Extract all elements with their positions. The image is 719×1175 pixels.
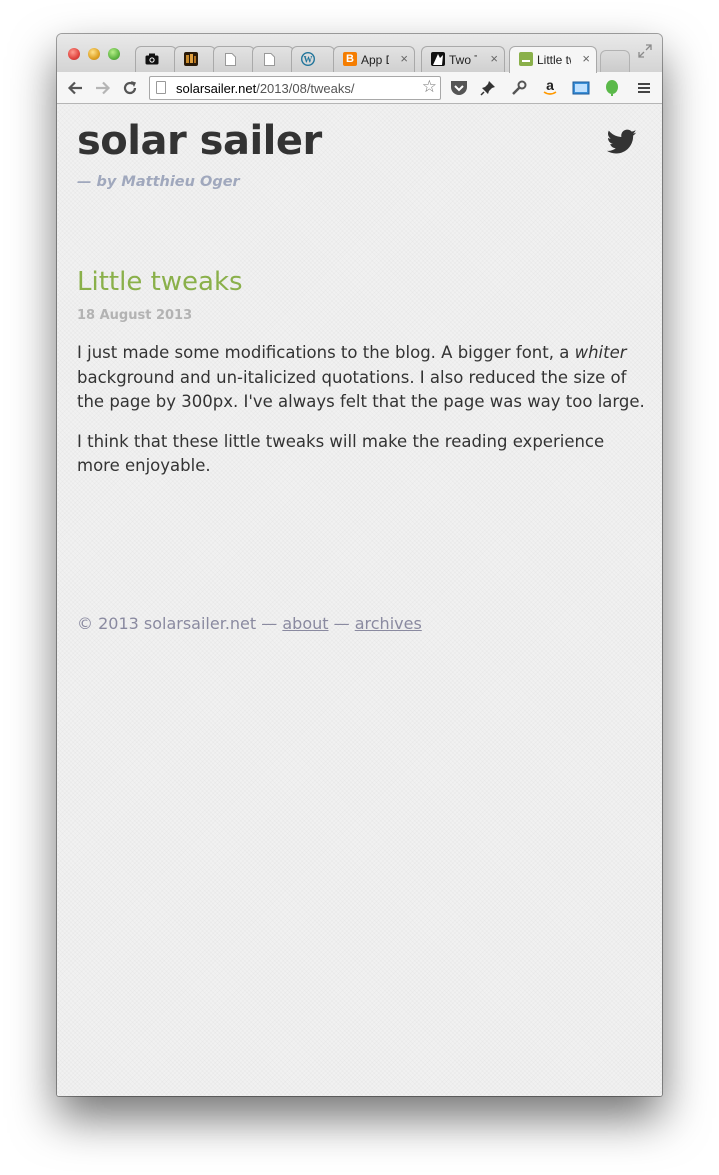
paragraph: I think that these little tweaks will ma…: [77, 431, 605, 476]
about-link[interactable]: about: [282, 614, 328, 633]
paragraph: I just made some modifications to the bl…: [77, 341, 649, 415]
footer-separator: —: [333, 614, 350, 633]
address-bar[interactable]: solarsailer.net/2013/08/tweaks/ ☆: [149, 76, 441, 100]
twotabs-icon: [431, 52, 445, 66]
tools-icon[interactable]: [509, 78, 529, 98]
paragraph-text: background and un-italicized quotations.…: [77, 367, 645, 412]
tab-wordpress[interactable]: W: [291, 46, 335, 72]
close-tab-icon[interactable]: ×: [400, 51, 408, 66]
footer: © 2013 solarsailer.net — about — archive…: [77, 614, 422, 633]
post-body: I just made some modifications to the bl…: [77, 341, 649, 494]
pocket-icon[interactable]: [449, 78, 469, 98]
post-date: 18 August 2013: [77, 308, 193, 323]
browser-toolbar: solarsailer.net/2013/08/tweaks/ ☆ a: [57, 72, 662, 104]
tab-blank-2[interactable]: [252, 46, 294, 72]
back-button[interactable]: [65, 78, 85, 98]
tab-two-ta[interactable]: Two Ta ×: [421, 46, 505, 72]
footer-copyright: © 2013 solarsailer.net —: [77, 614, 278, 633]
camera-icon: [145, 52, 159, 66]
byline: — by Matthieu Oger: [77, 174, 240, 190]
page-content: solar sailer — by Matthieu Oger Little t…: [57, 104, 662, 1096]
reload-button[interactable]: [120, 78, 140, 98]
forward-button[interactable]: [93, 78, 113, 98]
tab-little-tweaks[interactable]: Little tw ×: [509, 46, 597, 73]
pin-icon[interactable]: [478, 78, 498, 98]
tab-label: Two Ta: [449, 53, 477, 67]
svg-text:a: a: [546, 79, 554, 93]
screenshot-icon[interactable]: [571, 78, 591, 98]
emphasis-text: whiter: [574, 343, 627, 362]
url-text: solarsailer.net/2013/08/tweaks/: [176, 81, 355, 96]
wordpress-icon: W: [301, 52, 315, 66]
page-icon: [156, 81, 166, 94]
archives-link[interactable]: archives: [355, 614, 422, 633]
amazon-icon[interactable]: a: [540, 78, 560, 98]
fullscreen-icon[interactable]: [638, 44, 652, 62]
tab-app-de[interactable]: B App De ×: [333, 46, 415, 72]
zoom-window-button[interactable]: [108, 48, 120, 60]
svg-text:W: W: [304, 54, 313, 64]
tab-blank-1[interactable]: [213, 46, 255, 72]
close-window-button[interactable]: [68, 48, 80, 60]
bookmark-star-icon[interactable]: ☆: [422, 77, 437, 97]
close-tab-icon[interactable]: ×: [582, 51, 590, 66]
tab-camera[interactable]: [135, 46, 177, 72]
tab-game[interactable]: [174, 46, 216, 72]
solarsailer-icon: [519, 52, 533, 66]
paragraph-text: I just made some modifications to the bl…: [77, 343, 575, 362]
tab-label: App De: [361, 53, 389, 67]
minimize-window-button[interactable]: [88, 48, 100, 60]
blogger-icon: B: [343, 52, 357, 66]
tab-strip: W B App De × Two Ta × Little tw ×: [57, 34, 662, 73]
blank-page-icon: [223, 52, 237, 66]
game-icon: [184, 52, 198, 66]
url-path: /2013/08/tweaks/: [256, 81, 355, 96]
new-tab-button[interactable]: [600, 50, 630, 72]
browser-window: W B App De × Two Ta × Little tw ×: [57, 34, 662, 1096]
evernote-icon[interactable]: [602, 78, 622, 98]
twitter-icon[interactable]: [606, 129, 637, 155]
post-title[interactable]: Little tweaks: [77, 267, 243, 297]
url-domain: solarsailer.net: [176, 81, 257, 96]
tab-label: Little tw: [537, 53, 571, 67]
close-tab-icon[interactable]: ×: [490, 51, 498, 66]
site-title[interactable]: solar sailer: [77, 118, 322, 164]
menu-icon[interactable]: [634, 78, 654, 98]
blank-page-icon: [262, 52, 276, 66]
